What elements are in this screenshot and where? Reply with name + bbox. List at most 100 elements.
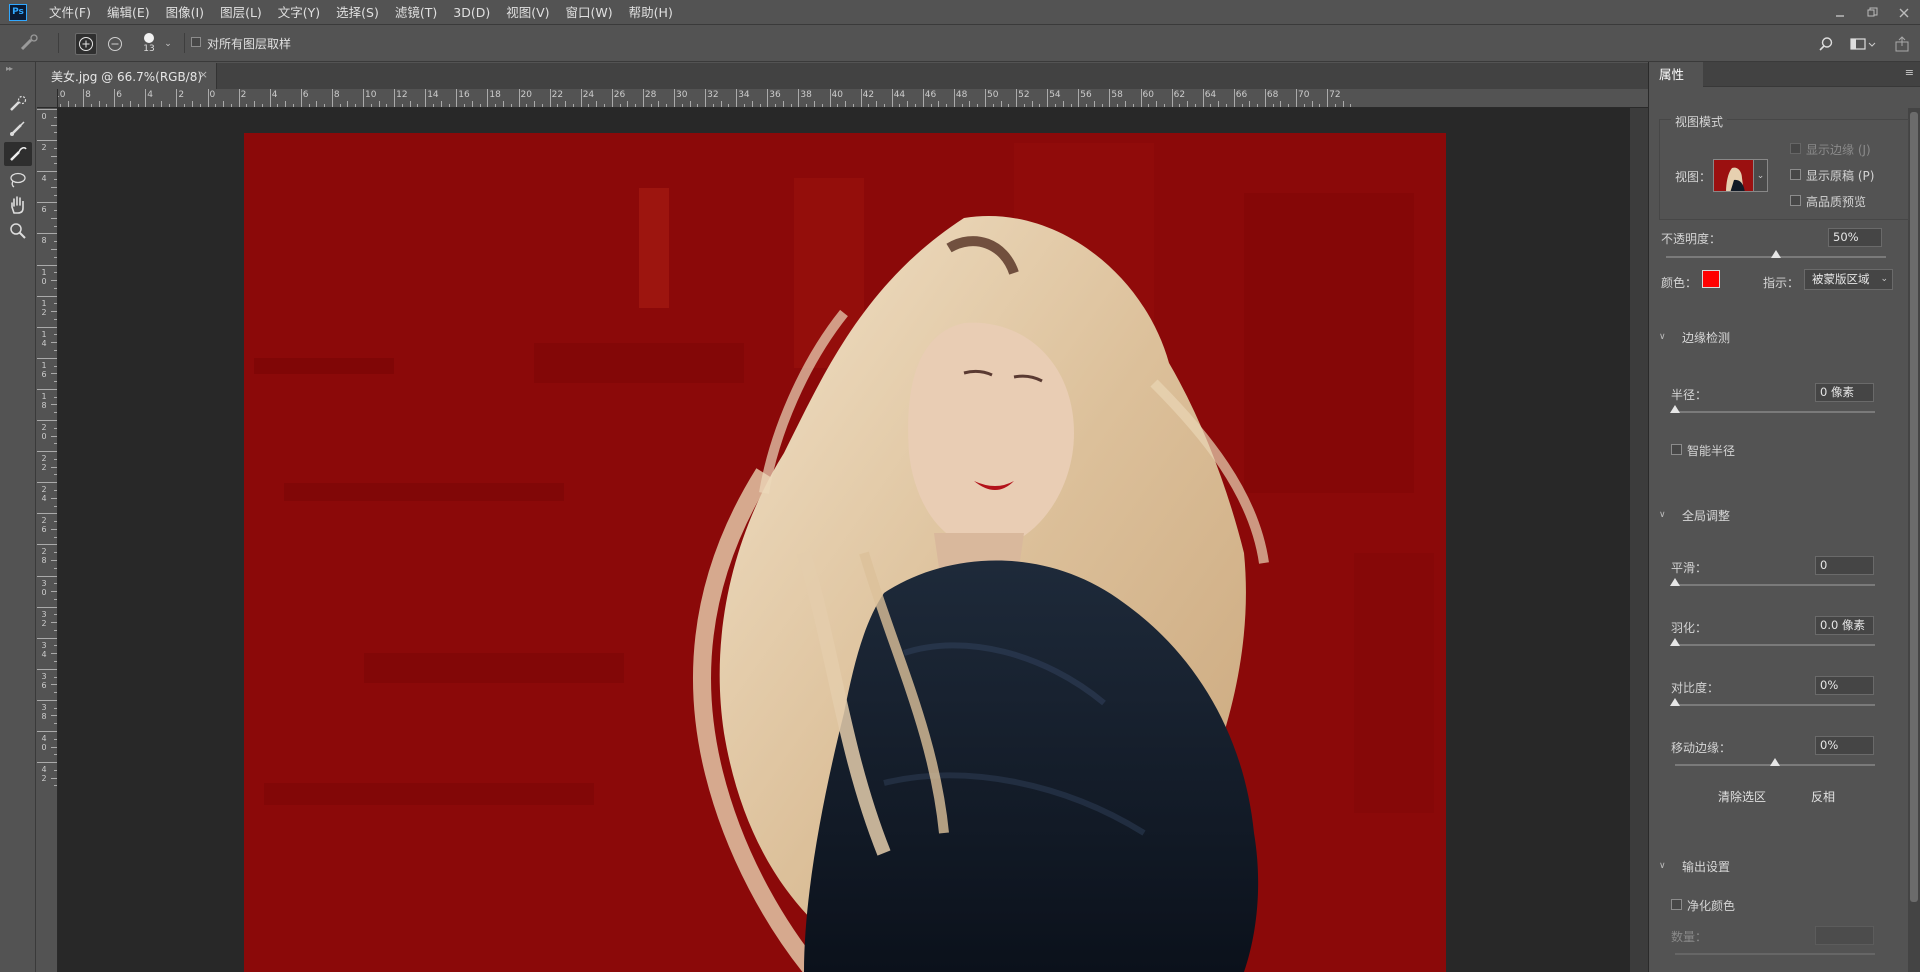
view-mode-thumbnail[interactable] bbox=[1713, 159, 1754, 192]
feather-input[interactable]: 0.0 像素 bbox=[1815, 616, 1874, 635]
feather-slider[interactable] bbox=[1675, 644, 1875, 646]
panel-scrollbar-thumb[interactable] bbox=[1910, 112, 1918, 902]
menu-window[interactable]: 窗口(W) bbox=[558, 0, 621, 25]
contrast-label: 对比度： bbox=[1671, 681, 1720, 695]
chevron-down-icon[interactable]: ⌄ bbox=[163, 37, 173, 51]
opacity-slider-thumb[interactable] bbox=[1771, 250, 1781, 258]
canvas-viewport[interactable] bbox=[58, 108, 1630, 972]
ruler-minor-tick bbox=[51, 684, 57, 686]
ruler-label: 20 bbox=[41, 423, 47, 441]
show-edge-checkbox[interactable] bbox=[1790, 143, 1801, 154]
document-tab[interactable]: 美女.jpg @ 66.7%(RGB/8) × bbox=[45, 63, 217, 89]
brush-tool[interactable] bbox=[4, 117, 32, 141]
refine-edge-brush-tool[interactable] bbox=[4, 142, 32, 166]
hq-preview-label: 高品质预览 bbox=[1806, 195, 1867, 209]
ruler-minor-tick bbox=[54, 412, 57, 414]
panel-menu-icon[interactable]: ≡ bbox=[1905, 66, 1914, 79]
shift-edge-input[interactable]: 0% bbox=[1815, 736, 1874, 755]
menu-layer[interactable]: 图层(L) bbox=[212, 0, 270, 25]
chevron-down-icon[interactable]: ∨ bbox=[1659, 510, 1666, 520]
ruler-minor-tick bbox=[930, 104, 932, 107]
amount-slider[interactable] bbox=[1675, 953, 1875, 955]
show-original-checkbox[interactable] bbox=[1790, 169, 1801, 180]
overlay-color-swatch[interactable] bbox=[1702, 270, 1720, 288]
vertical-ruler[interactable]: 0 2 4 6 8 10 12 14 16 18 20 22 24 26 28 30 32 34 36 38 40 42 bbox=[37, 108, 58, 972]
menu-help[interactable]: 帮助(H) bbox=[621, 0, 681, 25]
tool-preset-picker[interactable] bbox=[12, 32, 48, 54]
radius-slider-thumb[interactable] bbox=[1670, 405, 1680, 413]
panel-scrollbar[interactable] bbox=[1908, 108, 1920, 972]
ruler-minor-tick bbox=[54, 474, 57, 476]
amount-input[interactable] bbox=[1815, 926, 1874, 945]
ruler-minor-tick bbox=[261, 104, 263, 107]
menu-filter[interactable]: 滤镜(T) bbox=[387, 0, 445, 25]
ruler-origin[interactable] bbox=[37, 89, 58, 108]
ruler-minor-tick bbox=[51, 124, 57, 126]
minimize-button[interactable] bbox=[1824, 0, 1856, 25]
menu-view[interactable]: 视图(V) bbox=[498, 0, 557, 25]
ruler-minor-tick bbox=[378, 101, 380, 107]
chevron-down-icon[interactable]: ⌄ bbox=[1754, 159, 1768, 192]
menu-select[interactable]: 选择(S) bbox=[328, 0, 387, 25]
clear-selection-button[interactable]: 清除选区 bbox=[1703, 785, 1781, 807]
contrast-input[interactable]: 0% bbox=[1815, 676, 1874, 695]
radius-slider[interactable] bbox=[1675, 411, 1875, 413]
share-button[interactable] bbox=[1891, 34, 1913, 54]
contrast-slider-thumb[interactable] bbox=[1670, 698, 1680, 706]
document-canvas[interactable] bbox=[244, 133, 1446, 972]
ruler-minor-tick bbox=[54, 210, 57, 212]
close-window-button[interactable] bbox=[1888, 0, 1920, 25]
view-mode-preview-icon bbox=[1714, 160, 1753, 191]
restore-button[interactable] bbox=[1856, 0, 1888, 25]
chevron-down-icon[interactable]: ∨ bbox=[1659, 861, 1666, 871]
tab-properties[interactable]: 属性 bbox=[1649, 62, 1703, 87]
menu-edit[interactable]: 编辑(E) bbox=[99, 0, 158, 25]
smart-radius-checkbox[interactable] bbox=[1671, 444, 1682, 455]
menu-3d[interactable]: 3D(D) bbox=[445, 0, 498, 25]
smooth-slider[interactable] bbox=[1675, 584, 1875, 586]
edge-detection-heading[interactable]: 边缘检测 bbox=[1682, 329, 1730, 346]
sample-all-layers-checkbox[interactable] bbox=[191, 37, 201, 47]
brush-size-picker[interactable]: 13 bbox=[139, 28, 159, 58]
hq-preview-checkbox[interactable] bbox=[1790, 195, 1801, 206]
subtract-selection-button[interactable] bbox=[104, 33, 126, 55]
opacity-input[interactable]: 50% bbox=[1828, 228, 1882, 247]
lasso-tool[interactable] bbox=[4, 168, 32, 192]
close-tab-icon[interactable]: × bbox=[199, 68, 208, 81]
menu-type[interactable]: 文字(Y) bbox=[270, 0, 328, 25]
shift-edge-slider-thumb[interactable] bbox=[1770, 758, 1780, 766]
smooth-slider-thumb[interactable] bbox=[1670, 578, 1680, 586]
ruler-label: 36 bbox=[769, 90, 781, 100]
ruler-tick bbox=[207, 89, 209, 107]
contrast-slider[interactable] bbox=[1675, 704, 1875, 706]
zoom-tool[interactable] bbox=[4, 219, 32, 243]
smooth-input[interactable]: 0 bbox=[1815, 556, 1874, 575]
radius-input[interactable]: 0 像素 bbox=[1815, 383, 1874, 402]
ruler-tick bbox=[37, 637, 57, 639]
new-selection-button[interactable] bbox=[75, 33, 97, 55]
ruler-minor-tick bbox=[355, 104, 357, 107]
ruler-minor-tick bbox=[51, 777, 57, 779]
menu-image[interactable]: 图像(I) bbox=[158, 0, 212, 25]
chevron-down-icon[interactable]: ∨ bbox=[1659, 332, 1666, 342]
menu-file[interactable]: 文件(F) bbox=[41, 0, 99, 25]
invert-button[interactable]: 反相 bbox=[1801, 785, 1845, 807]
global-refinements-heading[interactable]: 全局调整 bbox=[1682, 507, 1730, 524]
workspace-switcher[interactable] bbox=[1848, 34, 1878, 54]
decontaminate-colors-checkbox[interactable] bbox=[1671, 899, 1682, 910]
hand-tool[interactable] bbox=[4, 193, 32, 217]
ruler-minor-tick bbox=[51, 466, 57, 468]
output-settings-heading[interactable]: 输出设置 bbox=[1682, 858, 1730, 875]
quick-selection-tool[interactable] bbox=[4, 92, 32, 116]
feather-slider-thumb[interactable] bbox=[1670, 638, 1680, 646]
ruler-minor-tick bbox=[495, 104, 497, 107]
ruler-label: 0 bbox=[209, 90, 216, 100]
ruler-minor-tick bbox=[1023, 104, 1025, 107]
canvas-scrollbar[interactable] bbox=[1630, 108, 1648, 972]
search-button[interactable] bbox=[1815, 34, 1837, 54]
horizontal-ruler[interactable]: 1086420246810121416182022242628303234363… bbox=[58, 89, 1648, 108]
indicator-select[interactable]: 被蒙版区域 ⌄ bbox=[1804, 269, 1893, 290]
panel-collapse-icon[interactable]: ▸▸ bbox=[6, 64, 13, 73]
chevron-down-icon: ⌄ bbox=[1880, 274, 1888, 284]
photoshop-logo-icon[interactable]: Ps bbox=[9, 3, 27, 21]
